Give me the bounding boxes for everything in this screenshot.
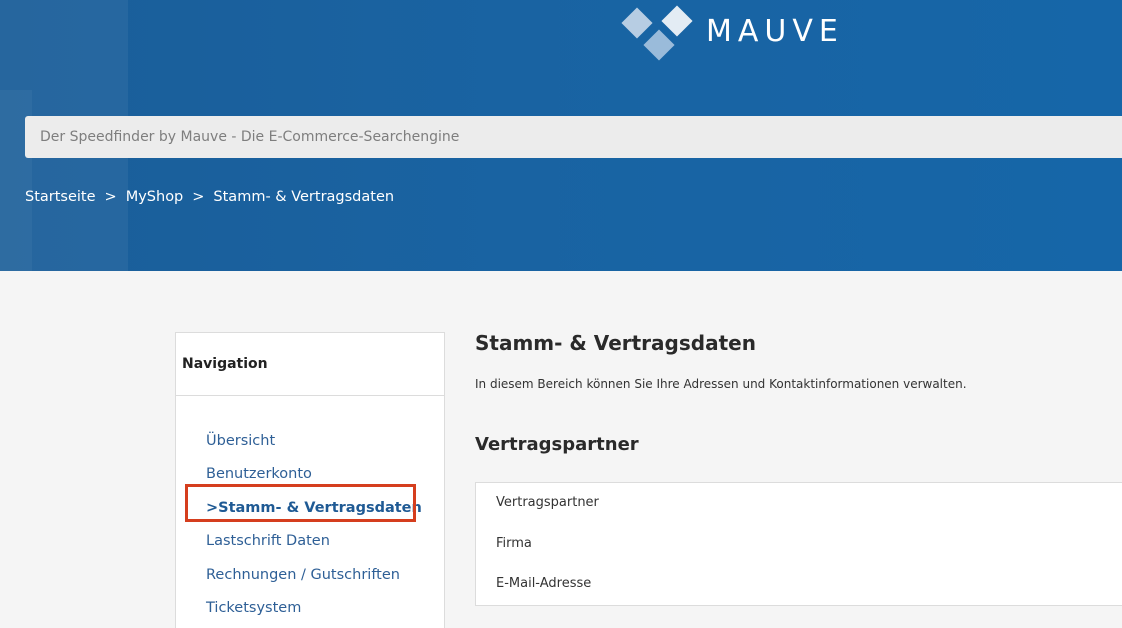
page-title: Stamm- & Vertragsdaten [475,331,756,355]
breadcrumb-current[interactable]: Stamm- & Vertragsdaten [213,189,394,205]
sidebar-item-lastschrift: Lastschrift Daten [206,525,444,559]
active-item-highlight-box [185,484,416,522]
logo-wordmark: MAUVE [706,14,844,49]
page-description: In diesem Bereich können Sie Ihre Adress… [475,377,967,391]
field-label-email: E-Mail-Adresse [496,576,592,591]
diamond-logo-icon [620,4,698,61]
sidebar-item-ticketsystem: Ticketsystem [206,592,444,626]
sidebar-link-rechnungen[interactable]: Rechnungen / Gutschriften [206,567,400,583]
sidebar-link-benutzerkonto[interactable]: Benutzerkonto [206,466,312,482]
breadcrumb-separator: > [104,189,117,205]
main-content: Stamm- & Vertragsdaten In diesem Bereich… [475,331,1122,606]
section-title: Vertragspartner [475,434,639,455]
sidebar-item-uebersicht: Übersicht [206,424,444,458]
search-input[interactable] [25,116,1122,158]
field-label-firma: Firma [496,536,532,551]
sidebar-link-lastschrift[interactable]: Lastschrift Daten [206,533,330,549]
sidebar-link-uebersicht[interactable]: Übersicht [206,433,275,449]
sidebar-item-rechnungen: Rechnungen / Gutschriften [206,558,444,592]
vertragspartner-panel: Vertragspartner Firma E-Mail-Adresse [475,482,1122,606]
breadcrumb: Startseite > MyShop > Stamm- & Vertragsd… [25,189,394,205]
sidebar-navigation: Navigation Übersicht Benutzerkonto >Stam… [175,332,445,628]
header-banner: MAUVE Startseite > MyShop > Stamm- & Ver… [0,0,1122,271]
breadcrumb-separator: > [192,189,205,205]
sidebar-link-ticketsystem[interactable]: Ticketsystem [206,600,301,616]
breadcrumb-home[interactable]: Startseite [25,189,96,205]
field-label-vertragspartner: Vertragspartner [496,495,599,510]
brand-logo[interactable]: MAUVE [620,4,844,61]
breadcrumb-myshop[interactable]: MyShop [126,189,184,205]
sidebar-title: Navigation [176,333,444,396]
